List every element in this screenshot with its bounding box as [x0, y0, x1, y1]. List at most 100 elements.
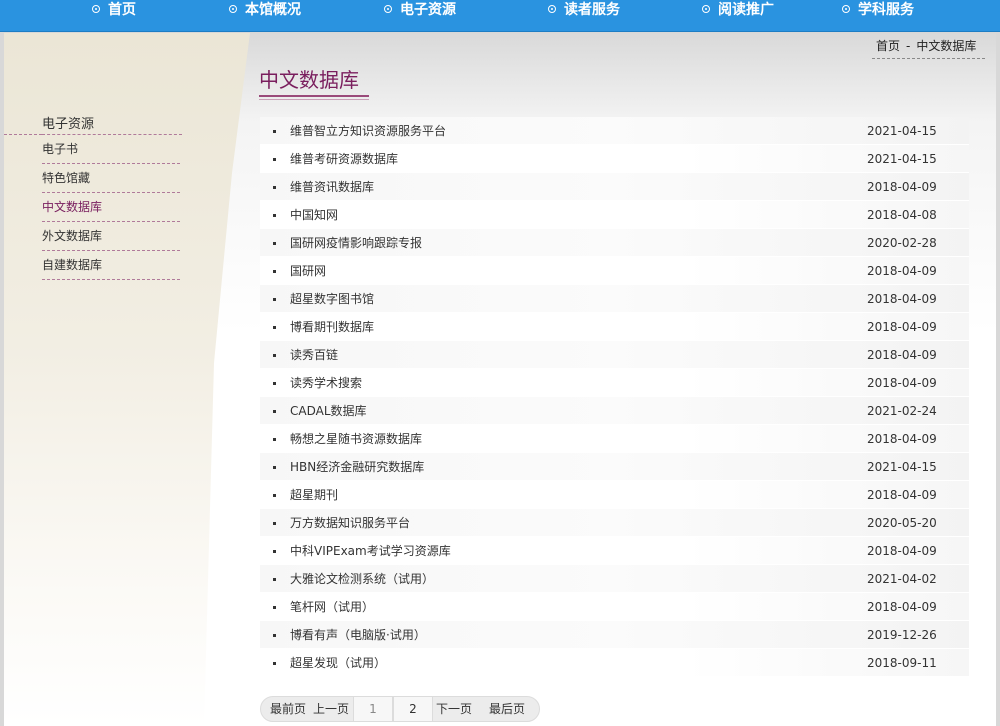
list-item[interactable]: 国研网疫情影响跟踪专报 2020-02-28 — [260, 229, 969, 257]
list-item[interactable]: 中国知网 2018-04-08 — [260, 201, 969, 229]
database-list: 维普智立方知识资源服务平台 2021-04-15 维普考研资源数据库 2021-04-… — [260, 117, 969, 677]
list-item[interactable]: 国研网 2018-04-09 — [260, 257, 969, 285]
list-item-title-link[interactable]: 超星数字图书馆 — [290, 285, 374, 313]
list-item-title-link[interactable]: 超星发现（试用） — [290, 649, 386, 677]
list-item-title-link[interactable]: 畅想之星随书资源数据库 — [290, 425, 422, 453]
breadcrumb-current[interactable]: 中文数据库 — [916, 39, 976, 53]
list-item-title-link[interactable]: 中科VIPExam考试学习资源库 — [290, 537, 451, 565]
sidebar-divider — [4, 134, 42, 135]
circle-bullet-icon — [229, 5, 237, 13]
list-item-title-link[interactable]: 笔杆网（试用） — [290, 593, 374, 621]
square-bullet-icon — [273, 382, 276, 385]
list-item-date: 2018-04-09 — [867, 376, 937, 390]
page-number-button[interactable]: 1 — [353, 697, 393, 721]
list-item[interactable]: 维普考研资源数据库 2021-04-15 — [260, 145, 969, 173]
circle-bullet-icon — [702, 5, 710, 13]
list-item-title-link[interactable]: 超星期刊 — [290, 481, 338, 509]
square-bullet-icon — [273, 158, 276, 161]
square-bullet-icon — [273, 606, 276, 609]
list-item-title-link[interactable]: CADAL数据库 — [290, 397, 367, 425]
list-item[interactable]: 读秀学术搜索 2018-04-09 — [260, 369, 969, 397]
pagination: 最前页 上一页 1 2 下一页 最后页 — [260, 696, 540, 722]
list-item[interactable]: 大雅论文检测系统（试用） 2021-04-02 — [260, 565, 969, 593]
circle-bullet-icon — [842, 5, 850, 13]
sidebar-item-foreign-databases[interactable]: 外文数据库 — [42, 222, 180, 251]
list-item[interactable]: CADAL数据库 2021-02-24 — [260, 397, 969, 425]
nav-item-label: 阅读推广 — [718, 2, 774, 18]
square-bullet-icon — [273, 634, 276, 637]
list-item-title-link[interactable]: 读秀学术搜索 — [290, 369, 362, 397]
nav-item-label: 本馆概况 — [245, 2, 301, 18]
list-item-title-link[interactable]: HBN经济金融研究数据库 — [290, 453, 424, 481]
sidebar-item-ebooks[interactable]: 电子书 — [42, 135, 180, 164]
page-number-button[interactable]: 2 — [393, 697, 433, 721]
list-item[interactable]: 博看有声（电脑版·试用） 2019-12-26 — [260, 621, 969, 649]
list-item-date: 2018-04-09 — [867, 348, 937, 362]
list-item-date: 2021-04-15 — [867, 124, 937, 138]
list-item-date: 2021-04-15 — [867, 460, 937, 474]
list-item-date: 2021-04-02 — [867, 572, 937, 586]
list-item-title-link[interactable]: 国研网 — [290, 257, 326, 285]
nav-item-label: 学科服务 — [858, 2, 914, 18]
list-item[interactable]: 超星发现（试用） 2018-09-11 — [260, 649, 969, 677]
list-item-title-link[interactable]: 维普智立方知识资源服务平台 — [290, 117, 446, 145]
list-item-title-link[interactable]: 大雅论文检测系统（试用） — [290, 565, 434, 593]
first-page-button[interactable]: 最前页 — [267, 697, 309, 721]
list-item-date: 2018-04-09 — [867, 320, 937, 334]
square-bullet-icon — [273, 130, 276, 133]
square-bullet-icon — [273, 270, 276, 273]
nav-item-about[interactable]: 本馆概况 — [229, 0, 301, 22]
title-underline — [259, 95, 369, 97]
list-item[interactable]: 畅想之星随书资源数据库 2018-04-09 — [260, 425, 969, 453]
title-underline-thin — [259, 99, 369, 100]
nav-item-label: 首页 — [108, 2, 136, 18]
square-bullet-icon — [273, 466, 276, 469]
list-item[interactable]: 万方数据知识服务平台 2020-05-20 — [260, 509, 969, 537]
list-item-title-link[interactable]: 维普考研资源数据库 — [290, 145, 398, 173]
nav-item-label: 读者服务 — [564, 2, 620, 18]
list-item-date: 2021-02-24 — [867, 404, 937, 418]
list-item[interactable]: 博看期刊数据库 2018-04-09 — [260, 313, 969, 341]
list-item-title-link[interactable]: 中国知网 — [290, 201, 338, 229]
list-item-date: 2018-04-09 — [867, 488, 937, 502]
prev-page-button[interactable]: 上一页 — [309, 697, 353, 721]
list-item[interactable]: 中科VIPExam考试学习资源库 2018-04-09 — [260, 537, 969, 565]
list-item-title-link[interactable]: 博看期刊数据库 — [290, 313, 374, 341]
list-item[interactable]: 维普智立方知识资源服务平台 2021-04-15 — [260, 117, 969, 145]
list-item[interactable]: 超星数字图书馆 2018-04-09 — [260, 285, 969, 313]
list-item-title-link[interactable]: 维普资讯数据库 — [290, 173, 374, 201]
sidebar-item-chinese-databases[interactable]: 中文数据库 — [42, 193, 180, 222]
square-bullet-icon — [273, 438, 276, 441]
list-item-title-link[interactable]: 读秀百链 — [290, 341, 338, 369]
square-bullet-icon — [273, 214, 276, 217]
nav-item-eresources[interactable]: 电子资源 — [384, 0, 456, 22]
square-bullet-icon — [273, 578, 276, 581]
list-item[interactable]: 超星期刊 2018-04-09 — [260, 481, 969, 509]
next-page-button[interactable]: 下一页 — [433, 697, 475, 721]
list-item-title-link[interactable]: 万方数据知识服务平台 — [290, 509, 410, 537]
nav-item-reading-promotion[interactable]: 阅读推广 — [702, 0, 774, 22]
list-item[interactable]: 读秀百链 2018-04-09 — [260, 341, 969, 369]
sidebar-item-self-built-databases[interactable]: 自建数据库 — [42, 251, 180, 280]
circle-bullet-icon — [92, 5, 100, 13]
square-bullet-icon — [273, 298, 276, 301]
square-bullet-icon — [273, 242, 276, 245]
page-content: 电子资源 电子书 特色馆藏 中文数据库 外文数据库 自建数据库 首页 - 中文数据库… — [4, 33, 996, 726]
breadcrumb-home-link[interactable]: 首页 — [876, 39, 900, 53]
list-item-title-link[interactable]: 国研网疫情影响跟踪专报 — [290, 229, 422, 257]
square-bullet-icon — [273, 326, 276, 329]
nav-item-subject-services[interactable]: 学科服务 — [842, 0, 914, 22]
list-item[interactable]: 笔杆网（试用） 2018-04-09 — [260, 593, 969, 621]
nav-item-reader-services[interactable]: 读者服务 — [548, 0, 620, 22]
square-bullet-icon — [273, 522, 276, 525]
nav-item-home[interactable]: 首页 — [92, 0, 136, 22]
list-item-date: 2018-04-09 — [867, 600, 937, 614]
list-item-date: 2021-04-15 — [867, 152, 937, 166]
list-item[interactable]: 维普资讯数据库 2018-04-09 — [260, 173, 969, 201]
list-item[interactable]: HBN经济金融研究数据库 2021-04-15 — [260, 453, 969, 481]
square-bullet-icon — [273, 494, 276, 497]
list-item-date: 2018-04-09 — [867, 180, 937, 194]
last-page-button[interactable]: 最后页 — [485, 697, 529, 721]
sidebar-item-special-collections[interactable]: 特色馆藏 — [42, 164, 180, 193]
list-item-title-link[interactable]: 博看有声（电脑版·试用） — [290, 621, 426, 649]
